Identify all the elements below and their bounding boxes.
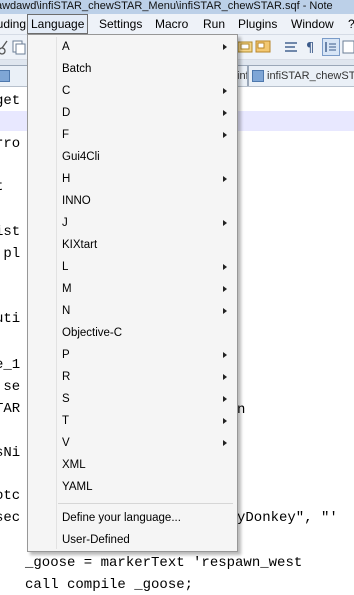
submenu-arrow-icon <box>223 44 227 50</box>
menu-macro[interactable]: Macro <box>155 15 188 33</box>
language-menu-item-kixtart[interactable]: KIXtart <box>30 234 235 256</box>
language-menu-item-v[interactable]: V <box>30 432 235 454</box>
language-menu-item-d[interactable]: D <box>30 102 235 124</box>
menu-plugins[interactable]: Plugins <box>238 15 277 33</box>
language-menu-item-f[interactable]: F <box>30 124 235 146</box>
code-line: uti <box>0 311 21 327</box>
file-icon <box>252 70 264 82</box>
code-line: _goose = markerText 'respawn_west <box>25 555 303 571</box>
code-fragment: yDonkey", "' <box>237 510 338 526</box>
menu-settings[interactable]: Settings <box>99 15 142 33</box>
language-menu-item-r[interactable]: R <box>30 366 235 388</box>
code-line: e_1 <box>0 357 21 373</box>
document-map-icon[interactable] <box>341 39 354 55</box>
language-menu-item-n[interactable]: N <box>30 300 235 322</box>
svg-text:¶: ¶ <box>306 41 314 55</box>
code-line: ist <box>0 224 21 240</box>
language-menu-item-a[interactable]: A <box>30 36 235 58</box>
language-menu-item-l[interactable]: L <box>30 256 235 278</box>
menu-encoding[interactable]: luding <box>0 15 26 33</box>
code-line: t <box>0 177 3 197</box>
language-menu-item-t[interactable]: T <box>30 410 235 432</box>
menu-bar: luding Language Settings Macro Run Plugi… <box>0 14 354 35</box>
code-line: TAR <box>0 401 21 417</box>
window-title: awdawd\infiSTAR_chewSTAR_Menu\infiSTAR_c… <box>0 0 333 12</box>
language-menu-item-yaml[interactable]: YAML <box>30 476 235 498</box>
submenu-arrow-icon <box>223 176 227 182</box>
code-line: sNi <box>0 445 21 461</box>
code-line: get <box>0 93 21 109</box>
submenu-arrow-icon <box>223 440 227 446</box>
language-menu-item-s[interactable]: S <box>30 388 235 410</box>
title-bar: awdawd\infiSTAR_chewSTAR_Menu\infiSTAR_c… <box>0 0 354 14</box>
submenu-arrow-icon <box>223 220 227 226</box>
submenu-arrow-icon <box>223 374 227 380</box>
language-menu-item-objective-c[interactable]: Objective-C <box>30 322 235 344</box>
menu-window[interactable]: Window <box>291 15 334 33</box>
copy-icon[interactable] <box>11 39 27 55</box>
sync-scroll-icon[interactable] <box>255 39 271 55</box>
word-wrap-icon[interactable] <box>283 39 299 55</box>
submenu-arrow-icon <box>223 396 227 402</box>
language-menu-item-j[interactable]: J <box>30 212 235 234</box>
menu-language[interactable]: Language <box>27 14 89 34</box>
submenu-arrow-icon <box>223 286 227 292</box>
language-dropdown-menu: A Batch C D F Gui4Cli H INNO J KIXtart L… <box>27 34 238 552</box>
submenu-arrow-icon <box>223 264 227 270</box>
language-menu-item-m[interactable]: M <box>30 278 235 300</box>
code-line: sec <box>0 510 21 526</box>
code-line: se <box>3 379 21 395</box>
user-defined-menu-item[interactable]: User-Defined <box>30 529 235 551</box>
language-menu-item-inno[interactable]: INNO <box>30 190 235 212</box>
submenu-arrow-icon <box>223 132 227 138</box>
indent-guide-icon[interactable] <box>322 38 340 56</box>
language-menu-item-h[interactable]: H <box>30 168 235 190</box>
tab-label: infiSTAR_chewST <box>267 70 354 82</box>
menu-help[interactable]: ? <box>348 15 354 33</box>
code-line: call compile _goose; <box>25 577 194 593</box>
show-all-characters-icon[interactable]: ¶ <box>303 39 319 56</box>
language-menu-item-p[interactable]: P <box>30 344 235 366</box>
submenu-arrow-icon <box>223 88 227 94</box>
menu-run[interactable]: Run <box>203 15 225 33</box>
zoom-icon[interactable] <box>237 39 253 55</box>
file-icon <box>0 70 10 82</box>
submenu-arrow-icon <box>223 418 227 424</box>
submenu-arrow-icon <box>223 308 227 314</box>
tab-label: infiSTAR_chewSTAR... <box>237 70 247 82</box>
code-line: otc <box>0 488 21 504</box>
code-line: rro <box>0 136 21 152</box>
menu-separator <box>58 503 233 504</box>
define-your-language-menu-item[interactable]: Define your language... <box>30 507 235 529</box>
language-menu-item-xml[interactable]: XML <box>30 454 235 476</box>
submenu-arrow-icon <box>223 352 227 358</box>
language-menu-item-batch[interactable]: Batch <box>30 58 235 80</box>
cut-icon[interactable] <box>0 39 10 55</box>
tab-file-2[interactable]: infiSTAR_chewST <box>248 65 354 86</box>
code-fragment: n <box>237 402 246 418</box>
code-line: pl <box>3 246 21 262</box>
language-menu-item-gui4cli[interactable]: Gui4Cli <box>30 146 235 168</box>
language-menu-item-c[interactable]: C <box>30 80 235 102</box>
submenu-arrow-icon <box>223 110 227 116</box>
